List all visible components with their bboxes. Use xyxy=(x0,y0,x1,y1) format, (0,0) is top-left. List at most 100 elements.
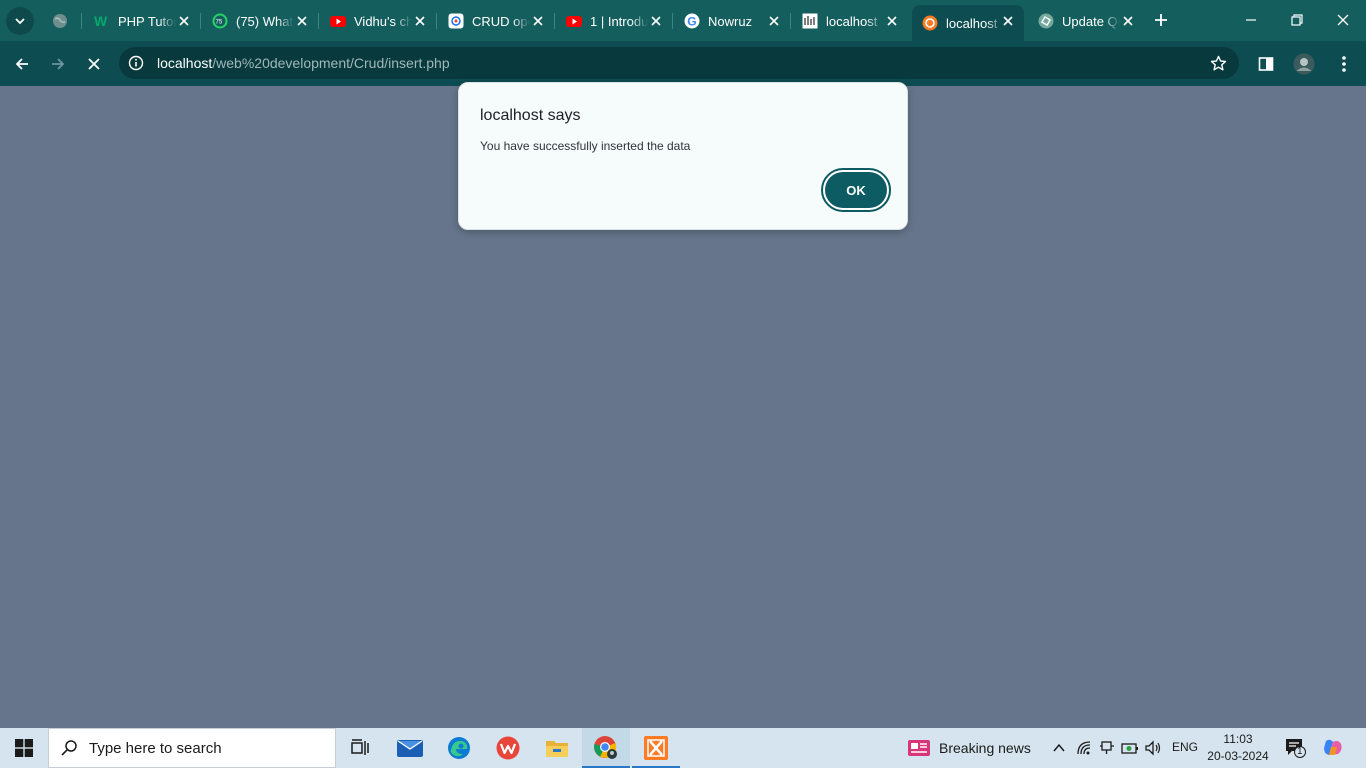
close-icon[interactable] xyxy=(1000,13,1016,29)
close-icon[interactable] xyxy=(412,13,428,29)
edge-icon xyxy=(448,737,470,759)
folder-icon xyxy=(546,741,568,757)
minimize-icon xyxy=(1246,19,1256,21)
wps-icon xyxy=(496,736,520,760)
input-language[interactable]: ENG xyxy=(1172,740,1198,754)
close-icon[interactable] xyxy=(648,13,664,29)
xampp-icon xyxy=(922,15,938,31)
new-tab-button[interactable] xyxy=(1150,9,1172,31)
url-host: localhost xyxy=(157,55,213,71)
notification-count: 1 xyxy=(1297,746,1303,757)
restore-button[interactable] xyxy=(1284,8,1310,32)
search-placeholder: Type here to search xyxy=(89,739,222,757)
chatgpt-icon xyxy=(1038,13,1054,29)
chrome-icon xyxy=(594,736,617,759)
xampp-icon xyxy=(644,736,668,760)
tab-localhost-1[interactable]: localhost xyxy=(792,5,908,37)
display-icon[interactable] xyxy=(1097,738,1117,758)
tab-whatsapp[interactable]: 75 (75) WhatsApp xyxy=(202,5,318,37)
wps-office-app[interactable] xyxy=(484,728,532,768)
tab-crud-operations[interactable]: CRUD operations xyxy=(438,5,554,37)
copilot-button[interactable] xyxy=(1322,738,1344,758)
copilot-icon xyxy=(1324,739,1342,755)
start-button[interactable] xyxy=(0,728,48,768)
close-icon[interactable] xyxy=(176,13,192,29)
w3schools-icon: W xyxy=(94,13,110,29)
forward-button[interactable] xyxy=(44,50,72,78)
close-icon[interactable] xyxy=(530,13,546,29)
wifi-icon[interactable] xyxy=(1074,738,1094,758)
tab-globe[interactable] xyxy=(42,5,82,37)
arrow-left-icon xyxy=(15,58,28,70)
address-bar[interactable]: localhost/web%20development/Crud/insert.… xyxy=(119,47,1239,79)
crud-icon xyxy=(448,13,464,29)
mail-icon xyxy=(397,740,423,757)
close-icon xyxy=(88,58,100,70)
dialog-message: You have successfully inserted the data xyxy=(480,139,691,153)
svg-text:75: 75 xyxy=(216,20,223,26)
google-icon: G xyxy=(684,13,700,29)
clock-time: 11:03 xyxy=(1223,732,1253,746)
taskbar: Type here to search Breaking news ENG 11… xyxy=(0,728,1366,768)
menu-button[interactable] xyxy=(1330,50,1358,78)
whatsapp-icon: 75 xyxy=(212,13,228,29)
tab-separator xyxy=(200,13,201,29)
close-icon[interactable] xyxy=(884,13,900,29)
stop-loading-button[interactable] xyxy=(80,50,108,78)
close-icon[interactable] xyxy=(294,13,310,29)
close-icon[interactable] xyxy=(766,13,782,29)
svg-text:G: G xyxy=(687,15,696,29)
tab-php-tutorial[interactable]: W PHP Tutorial xyxy=(84,5,200,37)
system-clock[interactable]: 11:03 20-03-2024 xyxy=(1202,731,1274,765)
dialog-title: localhost says xyxy=(480,107,581,124)
battery-icon[interactable] xyxy=(1120,738,1140,758)
back-button[interactable] xyxy=(8,50,36,78)
notification-center-button[interactable]: 1 xyxy=(1284,738,1308,758)
mail-app[interactable] xyxy=(386,728,434,768)
globe-icon xyxy=(52,13,68,29)
tab-title: Update Query xyxy=(1062,13,1120,29)
chrome-app[interactable] xyxy=(582,728,630,768)
edge-app[interactable] xyxy=(435,728,483,768)
tab-title: Nowruz xyxy=(708,13,753,29)
alert-dialog: localhost says You have successfully ins… xyxy=(458,82,908,230)
notification-icon xyxy=(1286,739,1306,758)
youtube-icon xyxy=(566,13,582,29)
tab-google-nowruz[interactable]: G Nowruz xyxy=(674,5,790,37)
url-path: /web%20development/Crud/insert.php xyxy=(212,55,450,71)
news-widget[interactable]: Breaking news xyxy=(905,728,1031,768)
close-window-button[interactable] xyxy=(1330,8,1356,32)
news-text: Breaking news xyxy=(939,740,1031,756)
volume-icon[interactable] xyxy=(1143,738,1163,758)
browser-toolbar: localhost/web%20development/Crud/insert.… xyxy=(0,41,1366,86)
tab-title: localhost xyxy=(946,15,998,31)
tab-title: (75) WhatsApp xyxy=(236,13,294,29)
tab-separator xyxy=(81,13,82,29)
show-hidden-icons-button[interactable] xyxy=(1049,738,1069,758)
tab-update-query[interactable]: Update Query xyxy=(1028,5,1144,37)
search-icon xyxy=(49,739,89,757)
tab-youtube-introduction[interactable]: 1 | Introduction xyxy=(556,5,672,37)
clock-date: 20-03-2024 xyxy=(1207,749,1269,763)
file-explorer-app[interactable] xyxy=(533,728,581,768)
close-icon[interactable] xyxy=(1120,13,1136,29)
minimize-button[interactable] xyxy=(1238,8,1264,32)
tab-title: CRUD operations xyxy=(472,13,530,29)
profile-avatar[interactable] xyxy=(1290,50,1318,78)
ok-button[interactable]: OK xyxy=(821,168,891,212)
xampp-app[interactable] xyxy=(632,728,680,768)
bookmark-star-icon[interactable] xyxy=(1209,54,1227,72)
news-icon xyxy=(905,738,933,758)
tab-youtube-vidhu[interactable]: Vidhu's channel xyxy=(320,5,436,37)
taskbar-search-box[interactable]: Type here to search xyxy=(48,728,336,768)
more-vertical-icon xyxy=(1342,56,1346,72)
tab-localhost-active[interactable]: localhost xyxy=(912,5,1024,41)
info-icon[interactable] xyxy=(127,54,145,72)
tab-title: 1 | Introduction xyxy=(590,13,648,29)
side-panel-button[interactable] xyxy=(1252,50,1280,78)
tab-separator xyxy=(554,13,555,29)
chevron-down-icon xyxy=(15,18,25,25)
restore-icon xyxy=(1291,14,1303,26)
tab-search-button[interactable] xyxy=(6,7,34,35)
task-view-button[interactable] xyxy=(336,728,384,768)
